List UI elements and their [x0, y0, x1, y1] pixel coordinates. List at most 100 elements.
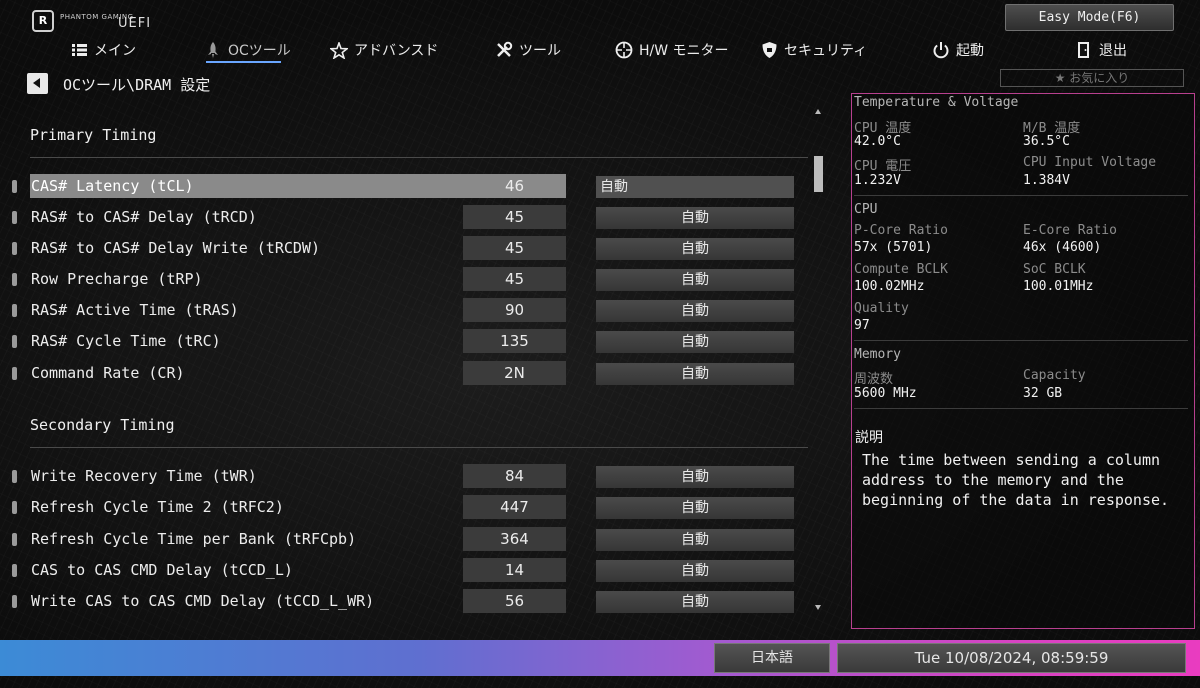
- row-marker: [12, 242, 17, 255]
- cpu-input-voltage-value: 1.384V: [1023, 173, 1070, 188]
- setting-row-trfcpb[interactable]: Refresh Cycle Time per Bank (tRFCpb) 364…: [12, 527, 796, 551]
- setting-value-input[interactable]: 45: [463, 267, 566, 291]
- tab-exit[interactable]: 退出: [1075, 34, 1127, 66]
- row-marker: [12, 335, 17, 348]
- tab-security[interactable]: セキュリティ: [760, 34, 867, 66]
- setting-mode-dropdown[interactable]: 自動: [596, 207, 794, 229]
- row-marker: [12, 595, 17, 608]
- rocket-icon: [204, 41, 222, 59]
- compute-bclk-label: Compute BCLK: [854, 262, 948, 277]
- primary-timing-divider: [30, 157, 808, 158]
- language-button[interactable]: 日本語: [714, 643, 830, 673]
- tab-boot-label: 起動: [956, 43, 984, 59]
- setting-mode-dropdown[interactable]: 自動: [596, 176, 794, 198]
- setting-mode-dropdown[interactable]: 自動: [596, 363, 794, 385]
- setting-mode-dropdown[interactable]: 自動: [596, 300, 794, 322]
- setting-value-input[interactable]: 45: [463, 236, 566, 260]
- soc-bclk-label: SoC BCLK: [1023, 262, 1086, 277]
- ecore-ratio-value: 46x (4600): [1023, 240, 1102, 255]
- setting-value-input[interactable]: 135: [463, 329, 566, 353]
- tab-advanced-label: アドバンスド: [354, 43, 439, 59]
- scrollbar-thumb[interactable]: [814, 156, 823, 192]
- datetime-display: Tue 10/08/2024, 08:59:59: [837, 643, 1186, 673]
- row-marker: [12, 304, 17, 317]
- memory-frequency-label: 周波数: [854, 372, 894, 387]
- setting-value-input[interactable]: 56: [463, 589, 566, 613]
- pcore-ratio-value: 57x (5701): [854, 240, 933, 255]
- shield-icon: [760, 41, 778, 59]
- setting-mode-dropdown[interactable]: 自動: [596, 529, 794, 551]
- temp-voltage-title: Temperature & Voltage: [854, 95, 1019, 110]
- tab-advanced[interactable]: アドバンスド: [330, 34, 438, 66]
- setting-mode-dropdown[interactable]: 自動: [596, 591, 794, 613]
- logo: R PHANTOM GAMING UEFI: [32, 10, 162, 36]
- tab-boot[interactable]: 起動: [932, 34, 984, 66]
- hardware-info-panel: Temperature & Voltage CPU 温度 42.0°C M/B …: [851, 93, 1195, 629]
- quality-label: Quality: [854, 301, 909, 316]
- setting-mode-dropdown[interactable]: 自動: [596, 466, 794, 488]
- setting-value-input[interactable]: 364: [463, 527, 566, 551]
- setting-mode-dropdown[interactable]: 自動: [596, 497, 794, 519]
- primary-timing-title: Primary Timing: [30, 126, 157, 144]
- description-text: The time between sending a column addres…: [862, 451, 1170, 509]
- row-marker: [12, 470, 17, 483]
- setting-value-input[interactable]: 2N: [463, 361, 566, 385]
- setting-value-input[interactable]: 84: [463, 464, 566, 488]
- setting-row-tccd-l-wr[interactable]: Write CAS to CAS CMD Delay (tCCD_L_WR) 5…: [12, 589, 796, 613]
- favorites-button[interactable]: ★ お気に入り: [1000, 69, 1184, 87]
- setting-row-cr[interactable]: Command Rate (CR) 2N 自動: [12, 361, 796, 385]
- back-arrow-icon[interactable]: [27, 73, 48, 94]
- setting-row-trp[interactable]: Row Precharge (tRP) 45 自動: [12, 267, 796, 291]
- setting-row-trcdw[interactable]: RAS# to CAS# Delay Write (tRCDW) 45 自動: [12, 236, 796, 260]
- soc-bclk-value: 100.01MHz: [1023, 279, 1094, 294]
- setting-row-trc[interactable]: RAS# Cycle Time (tRC) 135 自動: [12, 329, 796, 353]
- setting-mode-dropdown[interactable]: 自動: [596, 238, 794, 260]
- power-icon: [932, 41, 950, 59]
- row-marker: [12, 273, 17, 286]
- setting-row-tcl[interactable]: CAS# Latency (tCL) 46 自動: [12, 174, 796, 198]
- pcore-ratio-label: P-Core Ratio: [854, 223, 948, 238]
- phantom-gaming-logo-icon: R: [32, 10, 54, 32]
- setting-value-input[interactable]: 447: [463, 495, 566, 519]
- list-icon: [70, 41, 88, 59]
- active-tab-indicator: [206, 61, 281, 63]
- crosshair-icon: [615, 41, 633, 59]
- row-marker: [12, 367, 17, 380]
- setting-row-trfc2[interactable]: Refresh Cycle Time 2 (tRFC2) 447 自動: [12, 495, 796, 519]
- easy-mode-button[interactable]: Easy Mode(F6): [1005, 4, 1174, 31]
- memory-frequency-value: 5600 MHz: [854, 386, 917, 401]
- tab-tool-label: ツール: [519, 43, 561, 59]
- setting-value-input[interactable]: 45: [463, 205, 566, 229]
- row-marker: [12, 533, 17, 546]
- setting-mode-dropdown[interactable]: 自動: [596, 269, 794, 291]
- ecore-ratio-label: E-Core Ratio: [1023, 223, 1117, 238]
- secondary-timing-title: Secondary Timing: [30, 416, 175, 434]
- setting-row-tras[interactable]: RAS# Active Time (tRAS) 90 自動: [12, 298, 796, 322]
- cpu-input-voltage-label: CPU Input Voltage: [1023, 155, 1157, 170]
- setting-value-input[interactable]: 46: [463, 174, 566, 198]
- panel-divider: [854, 408, 1188, 409]
- setting-mode-dropdown[interactable]: 自動: [596, 560, 794, 582]
- cpu-voltage-value: 1.232V: [854, 173, 901, 188]
- panel-divider: [854, 340, 1188, 341]
- setting-value-input[interactable]: 90: [463, 298, 566, 322]
- tab-tool[interactable]: ツール: [495, 34, 561, 66]
- setting-row-tccd-l[interactable]: CAS to CAS CMD Delay (tCCD_L) 14 自動: [12, 558, 796, 582]
- secondary-timing-divider: [30, 447, 808, 448]
- setting-row-trcd[interactable]: RAS# to CAS# Delay (tRCD) 45 自動: [12, 205, 796, 229]
- memory-capacity-label: Capacity: [1023, 368, 1086, 383]
- tab-main[interactable]: メイン: [70, 34, 136, 66]
- setting-row-twr[interactable]: Write Recovery Time (tWR) 84 自動: [12, 464, 796, 488]
- setting-mode-dropdown[interactable]: 自動: [596, 331, 794, 353]
- tab-oc-tool-label: OCツール: [228, 43, 291, 59]
- setting-value-input[interactable]: 14: [463, 558, 566, 582]
- cpu-temp-value: 42.0°C: [854, 134, 901, 149]
- mb-temp-value: 36.5°C: [1023, 134, 1070, 149]
- compute-bclk-value: 100.02MHz: [854, 279, 925, 294]
- tab-hw-monitor[interactable]: H/W モニター: [615, 34, 729, 66]
- scroll-up-arrow-icon[interactable]: [814, 107, 823, 116]
- panel-divider: [854, 195, 1188, 196]
- quality-value: 97: [854, 318, 870, 333]
- tab-hw-monitor-label: H/W モニター: [639, 43, 729, 59]
- scroll-down-arrow-icon[interactable]: [814, 603, 823, 612]
